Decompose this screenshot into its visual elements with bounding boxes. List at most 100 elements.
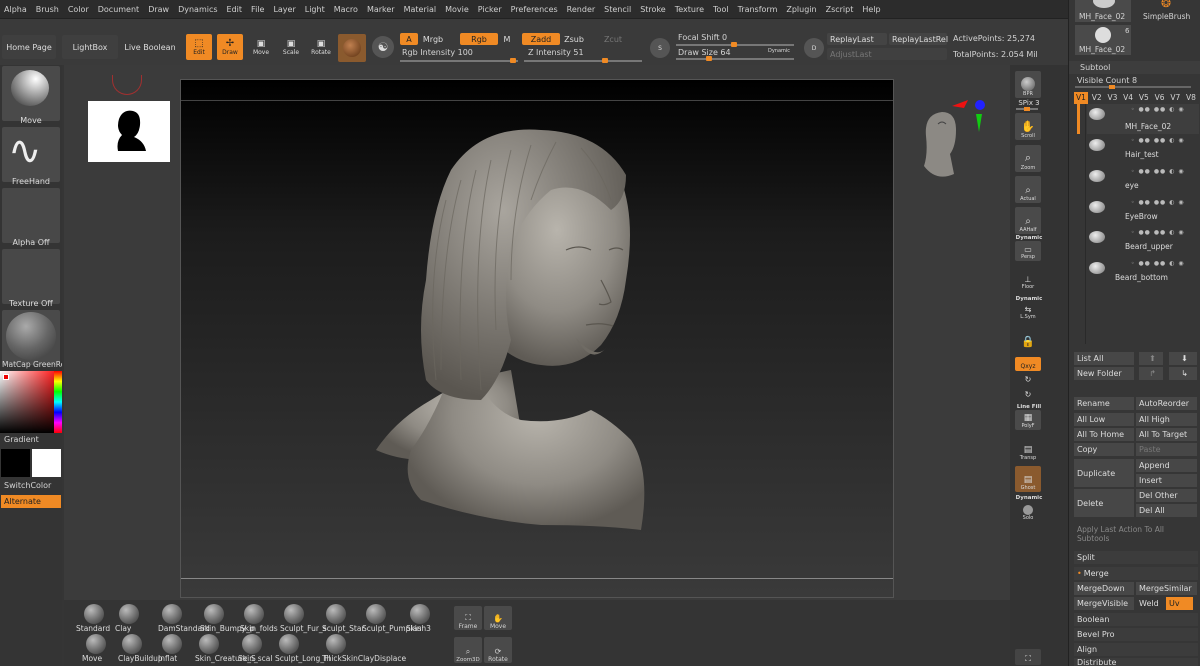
menu-item-layer[interactable]: Layer — [273, 5, 295, 14]
brush-slash3[interactable]: Slash3 — [406, 604, 450, 634]
zoom3d-button[interactable]: ⌕ Zoom3D — [454, 637, 482, 663]
del-other-button[interactable]: Del Other — [1136, 489, 1197, 502]
menu-item-stencil[interactable]: Stencil — [604, 5, 631, 14]
hue-strip[interactable] — [54, 371, 62, 433]
draw-button[interactable]: ✢ Draw — [217, 34, 243, 60]
lightbox-button[interactable]: LightBox — [62, 35, 118, 59]
subtool-row[interactable]: ◦ ●● ●● ◐ ◉ Beard_upper — [1087, 227, 1199, 257]
del-all-button[interactable]: Del All — [1136, 504, 1197, 517]
brush-skin_bumpy_p[interactable]: Skin_Bumpy_p — [200, 604, 255, 634]
mergesimilar-button[interactable]: MergeSimilar — [1136, 582, 1197, 595]
mrgb-button[interactable]: Mrgb — [420, 33, 446, 45]
s-button[interactable]: S — [650, 38, 670, 58]
m-button[interactable]: M — [500, 33, 514, 45]
scroll-button[interactable]: ✋ Scroll — [1015, 113, 1041, 140]
color-mode-button[interactable]: ☯ — [372, 36, 394, 58]
solo-button[interactable]: Solo — [1015, 502, 1041, 522]
uv-button[interactable]: Uv — [1166, 597, 1193, 610]
bpr-button[interactable]: BPR — [1015, 71, 1041, 98]
menu-item-zplugin[interactable]: Zplugin — [786, 5, 816, 14]
menu-item-render[interactable]: Render — [567, 5, 595, 14]
switchcolor-button[interactable]: SwitchColor — [4, 481, 51, 490]
ghost-button[interactable]: ▤ Ghost — [1015, 466, 1041, 492]
zoom-button[interactable]: ⌕ Zoom — [1015, 145, 1041, 172]
color-selector-marker[interactable] — [3, 374, 9, 380]
color-picker-square[interactable] — [0, 371, 62, 433]
version-tab-v4[interactable]: V4 — [1121, 92, 1135, 104]
subtool-row[interactable]: ◦ ●● ●● ◐ ◉ Hair_test — [1087, 135, 1199, 165]
brush-damstandard[interactable]: DamStandard — [158, 604, 210, 634]
autoreorder-button[interactable]: AutoReorder — [1136, 397, 1197, 410]
xyz-button[interactable]: Qxyz — [1015, 357, 1041, 371]
menu-item-edit[interactable]: Edit — [227, 5, 243, 14]
material-swatch-button[interactable] — [338, 34, 366, 62]
version-tab-v1[interactable]: V1 — [1074, 92, 1088, 104]
distribute-section[interactable]: Distribute — [1074, 658, 1198, 666]
rgb-button[interactable]: Rgb — [460, 33, 498, 45]
secondary-color-swatch[interactable] — [32, 449, 61, 477]
visible-count-label[interactable]: Visible Count 8 — [1077, 76, 1137, 85]
menu-item-material[interactable]: Material — [404, 5, 437, 14]
subtool-row[interactable]: ◦ ●● ●● ◐ ◉ eye — [1087, 166, 1199, 196]
adjustlast-button[interactable]: AdjustLast — [827, 48, 947, 60]
bevel-pro-section[interactable]: Bevel Pro — [1074, 628, 1198, 641]
home-page-button[interactable]: Home Page — [2, 35, 56, 59]
rotate-y-button[interactable]: ↻ — [1015, 373, 1041, 385]
menu-item-zscript[interactable]: Zscript — [826, 5, 854, 14]
brush-skin_folds[interactable]: Skin_folds — [240, 604, 284, 634]
menu-item-transform[interactable]: Transform — [738, 5, 778, 14]
menu-item-preferences[interactable]: Preferences — [511, 5, 558, 14]
subtool-row[interactable]: ◦ ●● ●● ◐ ◉ EyeBrow — [1087, 197, 1199, 227]
frame-button[interactable]: ⛶ Frame — [454, 606, 482, 630]
scale-mode-button[interactable]: ▣ Scale — [278, 34, 304, 60]
spix-label[interactable]: SPix 3 — [1010, 99, 1048, 107]
zadd-button[interactable]: Zadd — [522, 33, 560, 45]
move-mode-button[interactable]: ▣ Move — [248, 34, 274, 60]
menu-item-draw[interactable]: Draw — [148, 5, 169, 14]
brush-thickskinclaydisplace[interactable]: ThickSkinClayDisplace — [322, 634, 406, 664]
move-up-button[interactable]: ⬆ — [1139, 352, 1163, 365]
paste-button[interactable]: Paste — [1136, 443, 1197, 456]
a-button[interactable]: A — [400, 33, 418, 45]
zsub-button[interactable]: Zsub — [562, 33, 586, 45]
lsym-button[interactable]: ⇆ L.Sym — [1015, 303, 1041, 321]
polyf-button[interactable]: ▦ PolyF — [1015, 410, 1041, 430]
menu-item-picker[interactable]: Picker — [478, 5, 502, 14]
menu-item-macro[interactable]: Macro — [334, 5, 358, 14]
focal-shift-slider[interactable] — [676, 42, 794, 47]
menu-item-tool[interactable]: Tool — [713, 5, 729, 14]
menu-item-movie[interactable]: Movie — [445, 5, 469, 14]
move-down-button[interactable]: ⬇ — [1169, 352, 1197, 365]
simple-brush-thumbnail[interactable]: ❂ SimpleBrush — [1141, 0, 1197, 22]
navigation-head-gizmo[interactable] — [916, 96, 992, 182]
gradient-label[interactable]: Gradient — [4, 435, 39, 444]
brush-sculpt_long_fl[interactable]: Sculpt_Long_Fl — [275, 634, 330, 664]
version-tab-v8[interactable]: V8 — [1184, 92, 1198, 104]
subtool-scroll-indicator[interactable] — [1077, 104, 1080, 134]
brush-claybuildup[interactable]: ClayBuildup — [118, 634, 163, 664]
local-transform-button[interactable]: ⛶ — [1015, 649, 1041, 665]
replaylast-button[interactable]: ReplayLast — [827, 33, 887, 45]
brush-sculpt_fur_s[interactable]: Sculpt_Fur_s — [280, 604, 327, 634]
main-color-swatch[interactable] — [1, 449, 30, 477]
copy-button[interactable]: Copy — [1074, 443, 1134, 456]
brush-clay[interactable]: Clay — [115, 604, 159, 634]
delete-button[interactable]: Delete — [1074, 489, 1134, 517]
menu-item-texture[interactable]: Texture — [675, 5, 704, 14]
edit-button[interactable]: ⬚ Edit — [186, 34, 212, 60]
brush-sculpt_pumpkin[interactable]: Sculpt_Pumpkin — [362, 604, 422, 634]
lock-button[interactable]: 🔒 — [1015, 329, 1041, 349]
all-low-button[interactable]: All Low — [1074, 413, 1134, 426]
menu-item-dynamics[interactable]: Dynamics — [178, 5, 217, 14]
version-tab-v2[interactable]: V2 — [1090, 92, 1104, 104]
rotate-z-button[interactable]: ↻ — [1015, 388, 1041, 400]
mergedown-button[interactable]: MergeDown — [1074, 582, 1134, 595]
duplicate-button[interactable]: Duplicate — [1074, 459, 1134, 487]
tool2-thumbnail[interactable]: MH_Face_02 6 — [1075, 25, 1131, 55]
persp-button[interactable]: ▭ Persp — [1015, 241, 1041, 261]
menu-item-brush[interactable]: Brush — [36, 5, 59, 14]
rotate-mode-button[interactable]: ▣ Rotate — [308, 34, 334, 60]
visible-count-slider[interactable] — [1075, 85, 1191, 89]
transp-button[interactable]: ▤ Transp — [1015, 440, 1041, 462]
new-folder-button[interactable]: New Folder — [1074, 367, 1134, 380]
